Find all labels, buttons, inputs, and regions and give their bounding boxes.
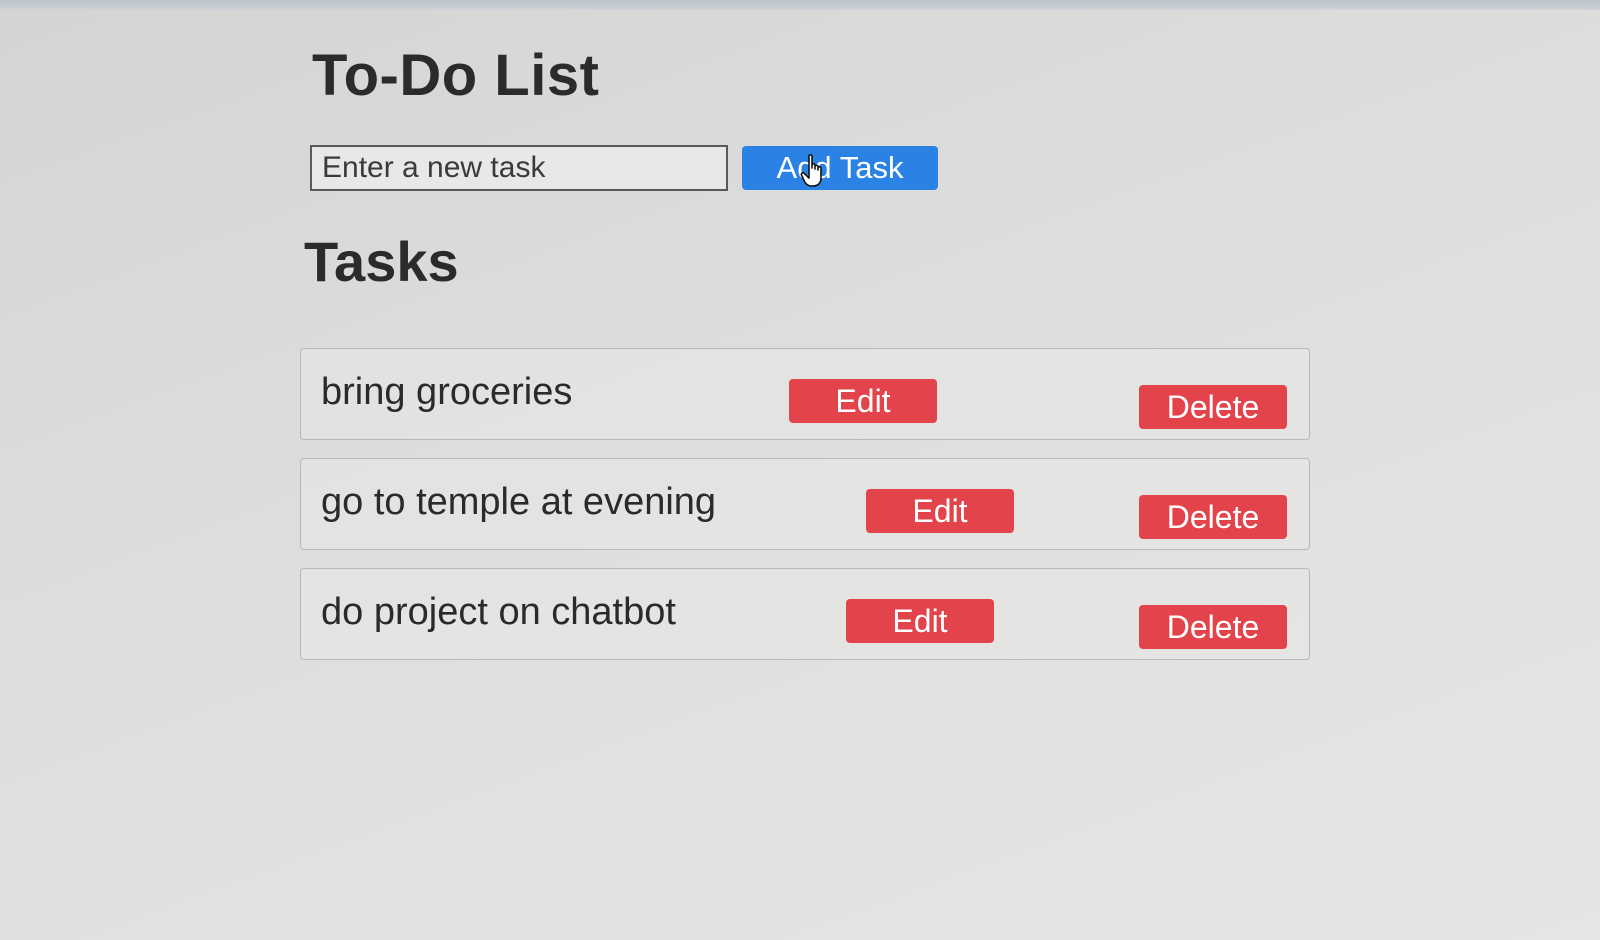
add-task-button[interactable]: Add Task bbox=[742, 146, 938, 190]
delete-button[interactable]: Delete bbox=[1139, 495, 1287, 539]
tasks-heading: Tasks bbox=[304, 230, 459, 293]
edit-button[interactable]: Edit bbox=[789, 379, 937, 423]
task-item: do project on chatbot Edit Delete bbox=[300, 568, 1310, 660]
delete-button[interactable]: Delete bbox=[1139, 605, 1287, 649]
task-item: bring groceries Edit Delete bbox=[300, 348, 1310, 440]
todo-app: To-Do List Add Task Tasks bring grocerie… bbox=[300, 30, 1320, 678]
window-top-edge bbox=[0, 0, 1600, 10]
task-list: bring groceries Edit Delete go to temple… bbox=[300, 348, 1320, 660]
add-task-form: Add Task bbox=[310, 145, 1320, 191]
task-text: do project on chatbot bbox=[321, 591, 676, 633]
add-task-button-label: Add Task bbox=[776, 150, 904, 185]
delete-button[interactable]: Delete bbox=[1139, 385, 1287, 429]
task-text: go to temple at evening bbox=[321, 481, 717, 523]
task-text: bring groceries bbox=[321, 371, 573, 413]
hand-pointer-icon bbox=[800, 154, 822, 187]
edit-button[interactable]: Edit bbox=[846, 599, 994, 643]
new-task-input[interactable] bbox=[310, 145, 728, 191]
task-item: go to temple at evening Edit Delete bbox=[300, 458, 1310, 550]
edit-button[interactable]: Edit bbox=[866, 489, 1014, 533]
page-title: To-Do List bbox=[312, 43, 600, 108]
